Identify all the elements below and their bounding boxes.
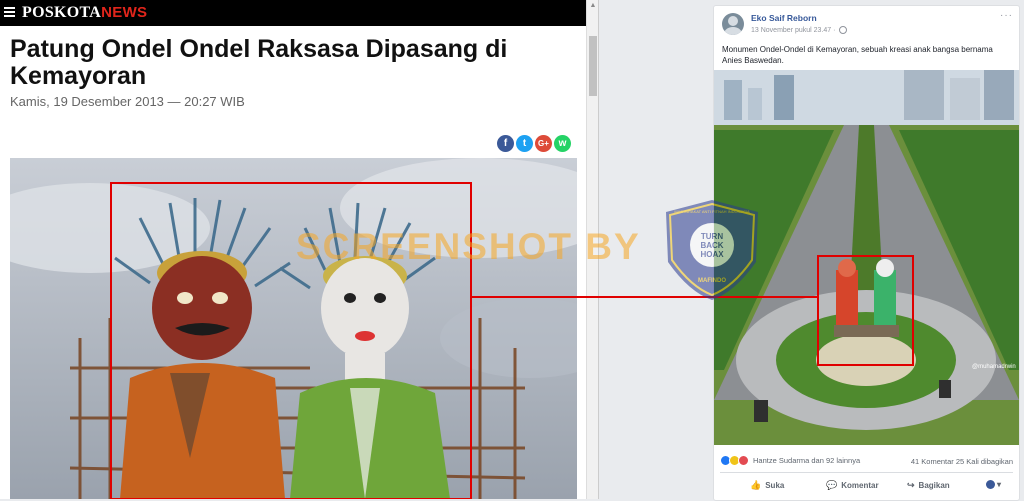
kemayoran-roundabout-photo: @muhamadrwin	[714, 70, 1019, 445]
site-header: POSKOTANEWS	[0, 0, 586, 26]
post-timestamp[interactable]: 13 November pukul 23.47 ·	[751, 26, 848, 34]
twitter-share-icon[interactable]: t	[516, 135, 533, 152]
article-photo	[10, 158, 577, 499]
googleplus-share-icon[interactable]: G+	[535, 135, 552, 152]
facebook-post-card: Eko Saif Reborn 13 November pukul 23.47 …	[713, 5, 1020, 501]
article-headline: Patung Ondel Ondel Raksasa Dipasang di K…	[10, 35, 508, 90]
comment-share-counts[interactable]: 41 Komentar 25 Kali dibagikan	[911, 457, 1013, 466]
share-arrow-icon: ↪	[907, 480, 915, 490]
whatsapp-share-icon[interactable]: w	[554, 135, 571, 152]
comment-icon: 💬	[826, 480, 838, 490]
photo-credit: @muhamadrwin	[972, 364, 1016, 370]
share-bar: f t G+ w	[497, 135, 573, 153]
share-button[interactable]: ↪ Bagikan	[907, 480, 950, 491]
scroll-up-arrow-icon[interactable]: ▲	[588, 2, 598, 10]
actions-divider	[720, 472, 1013, 473]
reaction-count[interactable]: Hantze Sudarma dan 92 lainnya	[753, 456, 860, 465]
scrollbar-thumb[interactable]	[589, 36, 597, 96]
news-article-panel: POSKOTANEWS Patung Ondel Ondel Raksasa D…	[0, 0, 586, 499]
comment-button[interactable]: 💬 Komentar	[826, 480, 879, 491]
post-author[interactable]: Eko Saif Reborn	[751, 13, 817, 23]
person-avatar-icon	[724, 16, 742, 35]
reaction-summary[interactable]: Hantze Sudarma dan 92 lainnya	[720, 455, 860, 466]
viewer-avatar-icon	[986, 480, 995, 490]
thumbs-up-icon: 👍	[750, 480, 762, 490]
site-logo[interactable]: POSKOTANEWS	[22, 4, 147, 22]
ondel-ondel-statues-photo	[10, 158, 577, 499]
more-options-icon[interactable]: ···	[1000, 10, 1013, 21]
panel-divider	[598, 0, 599, 499]
viewer-selector[interactable]: ▾	[986, 480, 1002, 490]
post-caption: Monumen Ondel-Ondel di Kemayoran, sebuah…	[722, 45, 993, 65]
avatar[interactable]	[722, 13, 744, 35]
article-date: Kamis, 19 Desember 2013 — 20:27 WIB	[10, 94, 245, 109]
globe-icon	[839, 26, 848, 34]
chevron-down-icon: ▾	[997, 480, 1002, 489]
like-button[interactable]: 👍 Suka	[750, 480, 784, 491]
menu-icon[interactable]	[4, 7, 15, 17]
facebook-share-icon[interactable]: f	[497, 135, 514, 152]
post-photo[interactable]: @muhamadrwin	[714, 70, 1019, 445]
love-reaction-icon	[738, 455, 749, 466]
